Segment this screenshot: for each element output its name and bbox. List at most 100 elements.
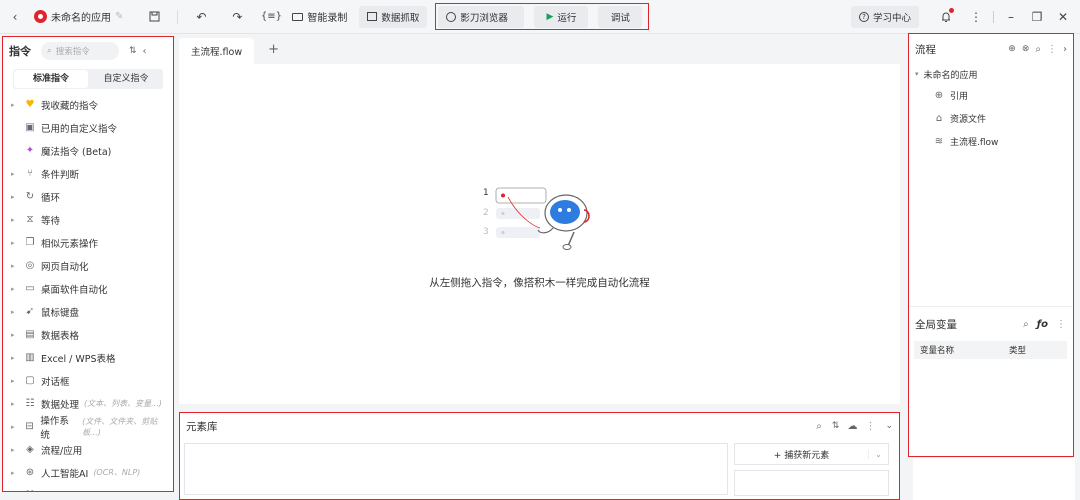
os-icon: ⊟	[25, 421, 34, 432]
link-icon: ⊕	[934, 90, 944, 101]
command-category-item[interactable]: ▸ ▢ 对话框	[3, 369, 173, 392]
save-icon[interactable]	[143, 6, 165, 28]
close-icon[interactable]: ✕	[1052, 6, 1074, 28]
sparkle-icon: ✦	[25, 145, 35, 156]
flow-more-icon[interactable]: ⋮	[1047, 44, 1057, 55]
upload-cloud-icon[interactable]: ☁	[847, 421, 857, 432]
expand-caret-icon: ▸	[11, 215, 15, 224]
debug-button[interactable]: 调试	[598, 5, 643, 28]
command-category-label: 操作系统	[40, 415, 69, 441]
collapse-right-icon[interactable]: ›	[1063, 44, 1067, 55]
flow-tree-item[interactable]: ⊕ 引用	[909, 84, 1073, 107]
command-category-label: 桌面软件自动化	[41, 284, 108, 296]
sort-icon[interactable]: ⇅	[129, 46, 137, 56]
collapse-left-icon[interactable]: ‹	[143, 46, 147, 57]
vars-search-icon[interactable]: ⌕	[1023, 319, 1029, 330]
vars-more-icon[interactable]: ⋮	[1056, 319, 1066, 330]
command-category-hint: (文本、列表、变量...)	[84, 399, 162, 408]
command-tabs: 标准指令 自定义指令	[13, 69, 163, 89]
network-icon: ⌘	[24, 490, 36, 491]
dialog-icon: ▢	[25, 375, 35, 386]
back-icon[interactable]: ‹	[4, 6, 26, 28]
command-category-label: Excel / WPS表格	[41, 353, 116, 365]
redo-icon[interactable]: ↷	[226, 6, 248, 28]
smart-record-button[interactable]: 智能录制	[292, 9, 347, 24]
command-category-item[interactable]: ▸ ⧖ 等待	[3, 208, 173, 231]
globe-icon: ◎	[25, 260, 35, 271]
element-search-icon[interactable]: ⌕	[816, 421, 822, 432]
command-category-item[interactable]: ▸ ➹ 鼠标键盘	[3, 300, 173, 323]
command-category-hint: (邮件、HTTP、FTP、数据库)	[65, 490, 170, 491]
app-title[interactable]: 未命名的应用 ✎	[34, 9, 123, 24]
variables-icon[interactable]: {≡}	[260, 6, 282, 28]
command-category-item[interactable]: ▣ 已用的自定义指令	[3, 116, 173, 139]
command-category-item[interactable]: ▸ ♥ 我收藏的指令	[3, 93, 173, 116]
command-category-item[interactable]: ▸ ⌘ 网络 (邮件、HTTP、FTP、数据库)	[3, 484, 173, 493]
notification-bell-icon[interactable]	[935, 6, 957, 28]
browser-button[interactable]: 影刀浏览器	[438, 5, 525, 28]
command-category-item[interactable]: ▸ ↻ 循环	[3, 185, 173, 208]
command-category-item[interactable]: ▸ ◎ 网页自动化	[3, 254, 173, 277]
add-flow-icon[interactable]: ⊕	[1008, 44, 1016, 54]
command-category-item[interactable]: ▸ ❐ 相似元素操作	[3, 231, 173, 254]
undo-icon[interactable]: ↶	[190, 6, 212, 28]
expand-caret-icon: ▸	[11, 238, 15, 247]
tab-custom-commands[interactable]: 自定义指令	[89, 70, 163, 88]
command-category-item[interactable]: ▸ ▤ 数据表格	[3, 323, 173, 346]
minimize-icon[interactable]: –	[1000, 6, 1022, 28]
command-search-input[interactable]: ⌕ 搜索指令	[41, 42, 119, 60]
flow-panel-title: 流程	[915, 43, 936, 56]
tab-main-flow[interactable]: 主流程.flow	[179, 38, 255, 64]
top-toolbar: ‹ 未命名的应用 ✎ ↶ ↷ {≡} 智能录制 数据抓取 影刀浏览器 ▶ 运行 …	[0, 0, 1080, 34]
main-flow-tab-label: 主流程.flow	[191, 47, 243, 58]
folder-icon: ⌂	[935, 113, 943, 124]
command-category-label: 等待	[41, 215, 61, 227]
command-category-label: 数据表格	[41, 330, 80, 342]
command-category-item[interactable]: ▸ ◈ 流程/应用	[3, 438, 173, 461]
element-sort-icon[interactable]: ⇅	[832, 421, 840, 431]
element-more-icon[interactable]: ⋮	[865, 421, 875, 432]
more-vertical-icon[interactable]: ⋮	[965, 6, 987, 28]
capture-element-button[interactable]: + 捕获新元素 ⌄	[734, 443, 889, 465]
edit-icon[interactable]: ✎	[115, 11, 123, 22]
expand-caret-icon: ▸	[11, 422, 15, 431]
flow-search-icon[interactable]: ⌕	[1035, 44, 1041, 55]
app-name: 未命名的应用	[51, 13, 111, 24]
collapse-down-icon[interactable]: ⌄	[885, 421, 893, 431]
step-number-2: 2	[483, 208, 489, 218]
command-category-label: 鼠标键盘	[41, 307, 80, 319]
expand-caret-icon: ▸	[11, 468, 15, 477]
command-category-hint: (文件、文件夹、剪贴板...)	[82, 416, 158, 437]
command-category-item[interactable]: ▸ ⊟ 操作系统 (文件、文件夹、剪贴板...)	[3, 415, 173, 441]
data-capture-label: 数据抓取	[381, 12, 420, 24]
flow-tree-item[interactable]: ≋ 主流程.flow	[909, 130, 1073, 153]
learning-center-button[interactable]: ? 学习中心	[850, 5, 919, 28]
table-icon	[367, 12, 378, 21]
expand-caret-icon: ▸	[11, 376, 15, 385]
command-category-label: 人工智能AI	[41, 468, 89, 480]
sheet-icon: ▤	[25, 329, 35, 340]
flow-tree-item-label: 资源文件	[950, 115, 987, 125]
command-category-item[interactable]: ▸ ▥ Excel / WPS表格	[3, 346, 173, 369]
command-category-item[interactable]: ▸ ☷ 数据处理 (文本、列表、变量...)	[3, 392, 173, 415]
add-tab-icon[interactable]: +	[268, 42, 279, 57]
data-capture-button[interactable]: 数据抓取	[359, 5, 428, 28]
notification-dot	[949, 7, 954, 13]
command-category-item[interactable]: ▸ ⑂ 条件判断	[3, 162, 173, 185]
function-icon[interactable]: ƒo	[1037, 319, 1048, 330]
command-category-item[interactable]: ▸ ▭ 桌面软件自动化	[3, 277, 173, 300]
flow-panel: 流程 ⊕ ⊗ ⌕ ⋮ › ▾ 未命名的应用 ⊕ 引用 ⌂ 资源文件 ≋ 主流程.flow …	[908, 33, 1074, 457]
run-button[interactable]: ▶ 运行	[534, 5, 589, 28]
flow-tree-root[interactable]: ▾ 未命名的应用	[909, 64, 1073, 84]
command-category-item[interactable]: ✦ 魔法指令 (Beta)	[3, 139, 173, 162]
capture-dropdown-icon[interactable]: ⌄	[868, 449, 888, 459]
command-category-item[interactable]: ▸ ⊛ 人工智能AI (OCR、NLP)	[3, 461, 173, 484]
global-vars-section: 全局变量 ⌕ ƒo ⋮ 变量名称 类型	[909, 306, 1072, 359]
add-module-icon[interactable]: ⊗	[1022, 44, 1030, 54]
tab-standard-commands[interactable]: 标准指令	[14, 70, 88, 88]
flow-tree-item[interactable]: ⌂ 资源文件	[909, 107, 1073, 130]
restore-icon[interactable]: ❐	[1026, 6, 1048, 28]
flow-root-label: 未命名的应用	[923, 70, 978, 81]
expand-caret-icon: ▸	[11, 492, 19, 493]
command-category-label: 已用的自定义指令	[41, 123, 118, 135]
